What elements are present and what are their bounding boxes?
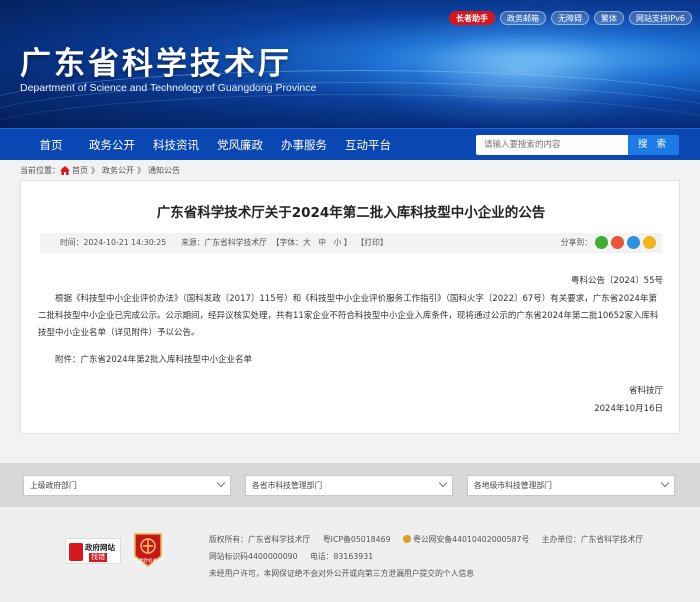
top-links: 长者助手 政务邮箱 无障碍 繁体 网站支持IPv6 xyxy=(448,11,692,25)
search-button[interactable]: 搜 索 xyxy=(628,135,679,155)
qq-share-icon[interactable] xyxy=(627,236,640,249)
select-superior-gov[interactable]: 上级政府部门 xyxy=(23,475,231,496)
nav-item-tech-news[interactable]: 科技资讯 xyxy=(144,129,208,161)
gov-site-error-logo[interactable]: 政府网站 找错 xyxy=(65,538,121,564)
breadcrumb-separator: 》 xyxy=(91,166,99,175)
document-number: 粤科公告〔2024〕55号 xyxy=(571,276,663,286)
article-meta[interactable]: 时间：2024-10-21 14:30:25 来源：广东省科学技术厅 【字体：大… xyxy=(60,233,388,253)
nav-item-interaction[interactable]: 互动平台 xyxy=(336,129,400,161)
attachment-link[interactable]: 附件：广东省2024年第2批入库科技型中小企业名单 xyxy=(55,353,252,365)
chevron-down-icon xyxy=(660,478,670,488)
footer-info: 版权所有：广东省科学技术厅 粤ICP备05018469 粤公网安备4401040… xyxy=(209,531,653,582)
nav-items: 首页 政务公开 科技资讯 党风廉政 办事服务 互动平台 xyxy=(22,129,400,161)
logo1-title: 政府网站 xyxy=(85,543,115,552)
site-title[interactable]: 广东省科学技术厅 xyxy=(20,38,292,83)
article-panel: 广东省科学技术厅关于2024年第二批入库科技型中小企业的公告 时间：2024-1… xyxy=(20,180,680,434)
footer-copyright: 版权所有：广东省科学技术厅 xyxy=(209,535,311,544)
chevron-down-icon xyxy=(216,478,226,488)
links-band: 上级政府部门 各省市科技管理部门 各地级市科技管理部门 xyxy=(0,463,700,507)
party-gov-logo[interactable]: 党政机关 xyxy=(133,532,163,568)
gov-site-mark-icon xyxy=(69,543,83,561)
chevron-down-icon xyxy=(438,478,448,488)
breadcrumb-notices[interactable]: 通知公告 xyxy=(148,165,180,176)
qzone-share-icon[interactable] xyxy=(643,236,656,249)
elder-assistant-link[interactable]: 长者助手 xyxy=(448,11,495,25)
footer-phone: 电话：83163931 xyxy=(310,552,374,561)
article-title: 广东省科学技术厅关于2024年第二批入库科技型中小企业的公告 xyxy=(156,205,546,221)
police-badge-icon xyxy=(403,535,412,543)
search-input[interactable] xyxy=(476,135,628,155)
logo1-sub: 找错 xyxy=(89,553,107,562)
nav-item-home[interactable]: 首页 xyxy=(22,129,80,161)
footer-site-id: 网站标识码4400000090 xyxy=(209,552,298,561)
gov-mail-link[interactable]: 政务邮箱 xyxy=(499,11,546,25)
breadcrumb: 当前位置： 首页 》 政务公开 》 通知公告 xyxy=(20,165,180,176)
nav-item-services[interactable]: 办事服务 xyxy=(272,129,336,161)
share-label: 分享到： xyxy=(560,238,592,247)
select-label: 各地级市科技管理部门 xyxy=(474,481,552,490)
footer-icp[interactable]: 粤ICP备05018469 xyxy=(323,535,391,544)
site-subtitle: Department of Science and Technology of … xyxy=(20,82,317,94)
article-body: 根据《科技型中小企业评价办法》（国科发政〔2017〕115号）和《科技型中小企业… xyxy=(38,294,659,338)
main-nav: 首页 政务公开 科技资讯 党风廉政 办事服务 互动平台 搜 索 xyxy=(0,128,700,160)
footer-row: 网站标识码4400000090 电话：83163931 xyxy=(209,548,653,565)
wechat-share-icon[interactable] xyxy=(595,236,608,249)
nav-item-gov-affairs[interactable]: 政务公开 xyxy=(80,129,144,161)
weibo-share-icon[interactable] xyxy=(611,236,624,249)
share-bar: 分享到： xyxy=(561,236,656,249)
breadcrumb-separator: 》 xyxy=(137,166,145,175)
home-icon xyxy=(60,166,70,175)
footer-row: 版权所有：广东省科学技术厅 粤ICP备05018469 粤公网安备4401040… xyxy=(209,531,653,548)
ipv6-link[interactable]: 网站支持IPv6 xyxy=(628,11,692,25)
header-banner: 广东省科学技术厅 Department of Science and Techn… xyxy=(0,0,700,128)
breadcrumb-gov-affairs[interactable]: 政务公开 xyxy=(102,165,134,176)
footer-police[interactable]: 粤公网安备44010402000587号 xyxy=(403,535,529,544)
footer-row: 未经用户许可，本网保证绝不会对外公开或向第三方泄漏用户提交的个人信息 xyxy=(209,565,653,582)
nav-item-integrity[interactable]: 党风廉政 xyxy=(208,129,272,161)
select-label: 各省市科技管理部门 xyxy=(252,481,323,490)
article-date: 2024年10月16日 xyxy=(594,404,663,414)
article-meta-bar: 时间：2024-10-21 14:30:25 来源：广东省科学技术厅 【字体：大… xyxy=(40,233,662,253)
select-provincial-tech[interactable]: 各省市科技管理部门 xyxy=(245,475,453,496)
article-signer: 省科技厅 xyxy=(628,386,663,396)
logo2-text: 党政机关 xyxy=(139,559,157,564)
accessibility-link[interactable]: 无障碍 xyxy=(550,11,589,25)
select-city-tech[interactable]: 各地级市科技管理部门 xyxy=(467,475,675,496)
select-label: 上级政府部门 xyxy=(30,481,77,490)
footer-host: 主办单位：广东省科学技术厅 xyxy=(541,535,644,544)
traditional-chinese-link[interactable]: 繁体 xyxy=(593,11,624,25)
breadcrumb-home[interactable]: 首页 xyxy=(72,165,88,176)
footer-privacy: 未经用户许可，本网保证绝不会对外公开或向第三方泄漏用户提交的个人信息 xyxy=(209,569,475,578)
breadcrumb-prefix: 当前位置： xyxy=(20,166,60,175)
